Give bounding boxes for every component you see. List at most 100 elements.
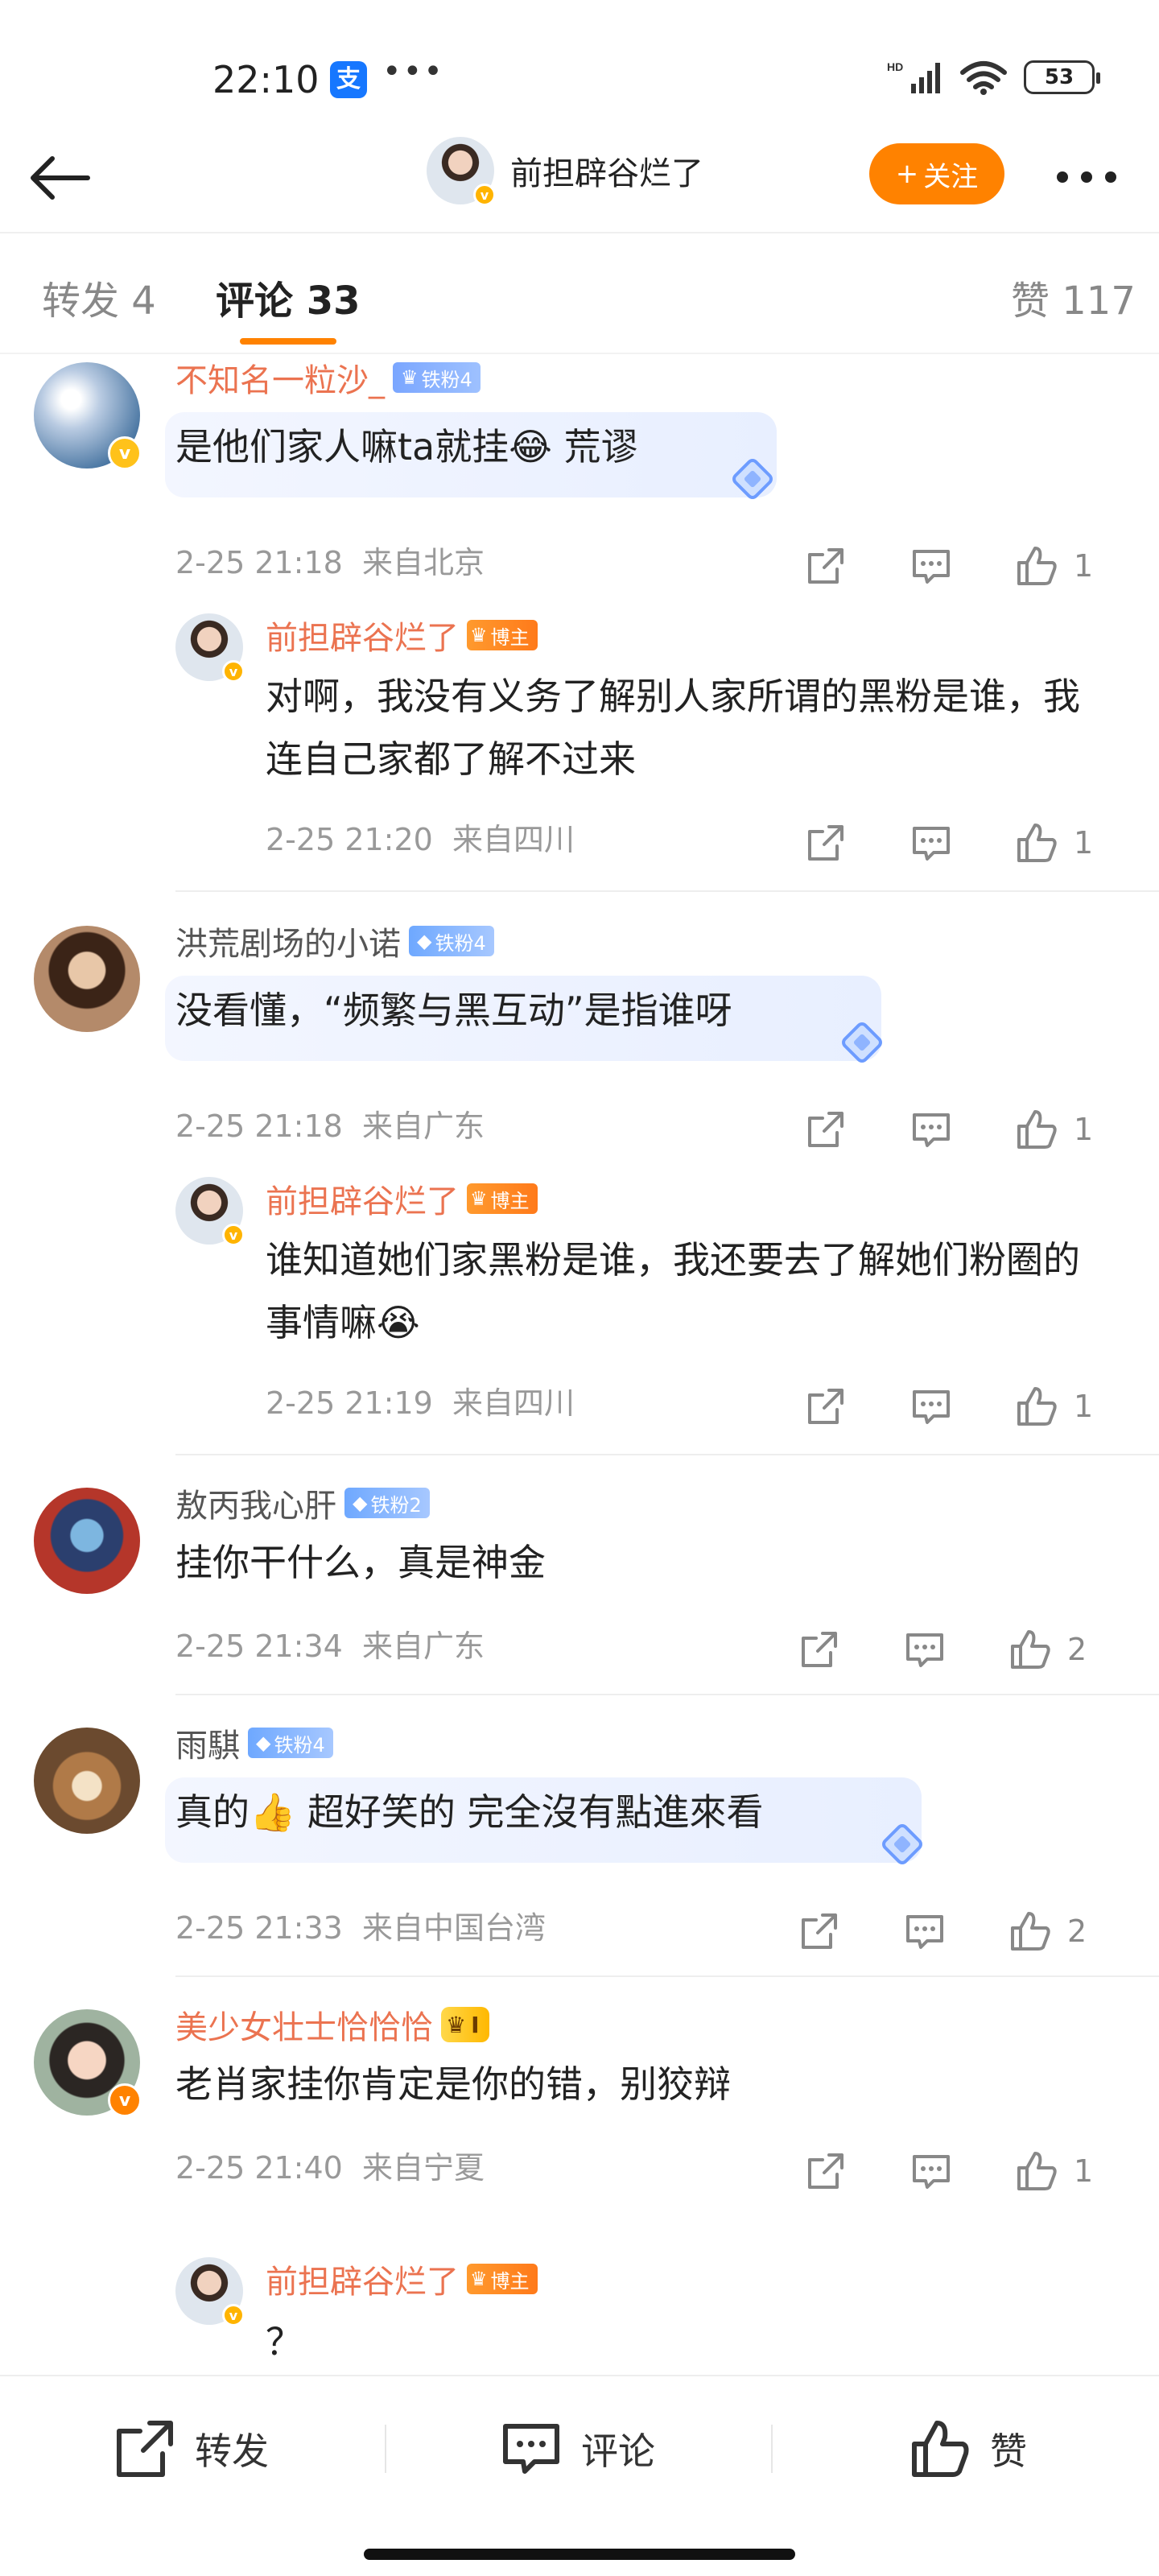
share-icon <box>802 1913 837 1949</box>
comment-icon <box>906 1633 943 1667</box>
more-options-button[interactable] <box>1046 145 1127 209</box>
comment-location: 来自广东 <box>362 1108 485 1144</box>
alipay-icon: 支 <box>330 61 367 98</box>
vip-badge: ♛ I <box>441 2007 489 2042</box>
reply-avatar[interactable]: v <box>175 2257 245 2326</box>
status-bar: 22:10 支 ••• HD 53 <box>0 0 1159 121</box>
share-button[interactable] <box>805 2143 847 2199</box>
comment-divider <box>175 890 1159 892</box>
reply-button[interactable] <box>903 1903 947 1959</box>
reply-time: 2-25 21:20 <box>266 822 433 857</box>
comment-time: 2-25 21:18 <box>175 545 343 580</box>
thumbs-up-icon <box>1017 824 1057 862</box>
post-author[interactable]: v 前担辟谷烂了 <box>427 137 703 206</box>
like-count: 2 <box>1067 1913 1087 1949</box>
reply-avatar[interactable]: v <box>175 1177 245 1246</box>
crown-icon: ♛ <box>470 2268 488 2290</box>
share-button[interactable] <box>805 1101 847 1158</box>
like-button[interactable]: 1 <box>1014 1101 1093 1158</box>
comment-time: 2-25 21:33 <box>175 1910 343 1946</box>
separator <box>385 2425 386 2473</box>
reply-author-name[interactable]: 前担辟谷烂了 <box>266 2256 459 2302</box>
reply-button[interactable] <box>909 538 953 594</box>
author-name: 前担辟谷烂了 <box>510 155 703 192</box>
share-icon <box>117 2421 173 2477</box>
comment-icon <box>913 550 950 584</box>
comment-time: 2-25 21:40 <box>175 2150 343 2186</box>
reply-text: 谁知道她们家黑粉是谁，我还要去了解她们粉圈的事情嘛😭 <box>266 1238 1080 1344</box>
thumbs-up-icon <box>912 2421 969 2477</box>
reply-button[interactable] <box>909 2143 953 2199</box>
like-button[interactable]: 2 <box>1008 1621 1087 1678</box>
commenter-name[interactable]: 雨騏 <box>175 1719 240 1766</box>
commenter-avatar[interactable]: v <box>34 362 142 470</box>
fan-level-badge: ◆ 铁粉4 <box>248 1728 333 1758</box>
tab-comments[interactable]: 评论 33 <box>216 269 361 325</box>
like-button[interactable]: 1 <box>1014 1378 1093 1435</box>
comment-text: 是他们家人嘛ta就挂😂 荒谬 <box>175 425 638 469</box>
comment-icon <box>913 2155 950 2189</box>
thumbs-up-icon <box>1017 547 1057 585</box>
diamond-icon: ◆ <box>417 930 432 952</box>
top-nav-bar: v 前担辟谷烂了 + 关注 <box>0 121 1159 233</box>
reply-button[interactable] <box>909 815 953 871</box>
reply-author-name[interactable]: 前担辟谷烂了 <box>266 1175 459 1222</box>
share-button[interactable] <box>805 1378 847 1435</box>
share-button[interactable] <box>798 1903 840 1959</box>
share-button[interactable] <box>798 1621 840 1678</box>
commenter-avatar[interactable] <box>34 926 140 1032</box>
tab-bar: 转发 4 评论 33 赞 117 <box>0 233 1159 354</box>
commenter-avatar[interactable] <box>34 1728 140 1834</box>
commenter-name[interactable]: 敖丙我心肝 <box>175 1480 336 1526</box>
like-button[interactable]: 1 <box>1014 2143 1093 2199</box>
follow-button[interactable]: + 关注 <box>869 143 1004 204</box>
comment-actions: 1 <box>805 538 1159 594</box>
comment-button[interactable]: 评论 <box>499 2409 655 2489</box>
reply-button[interactable] <box>903 1621 947 1678</box>
thumbs-up-icon <box>1017 1110 1057 1149</box>
like-button[interactable]: 1 <box>1014 538 1093 594</box>
fan-level-badge: ♛ 铁粉4 <box>393 362 481 393</box>
back-button[interactable] <box>24 142 97 214</box>
share-button[interactable] <box>805 815 847 871</box>
active-tab-indicator <box>240 338 336 345</box>
like-button[interactable]: 2 <box>1008 1903 1087 1959</box>
like-button[interactable]: 1 <box>1014 815 1093 871</box>
home-indicator[interactable] <box>364 2549 795 2560</box>
verified-icon: v <box>108 436 142 470</box>
commenter-name[interactable]: 美少女壮士恰恰恰 <box>175 2001 433 2048</box>
comment-icon <box>906 1915 943 1949</box>
crown-icon: ♛ <box>401 366 419 389</box>
battery-indicator: 53 <box>1024 60 1100 94</box>
commenter-name[interactable]: 不知名一粒沙_ <box>175 354 385 401</box>
repost-button[interactable]: 转发 <box>113 2409 269 2489</box>
fan-level-badge: ◆ 铁粉2 <box>344 1488 430 1518</box>
back-arrow-icon <box>31 156 90 200</box>
blogger-badge: ♛ 博主 <box>467 2264 538 2294</box>
reply-avatar[interactable]: v <box>175 613 245 683</box>
commenter-name[interactable]: 洪荒剧场的小诺 <box>175 918 401 964</box>
thumbs-up-icon <box>1017 2152 1057 2190</box>
share-button[interactable] <box>805 538 847 594</box>
reply-author-name[interactable]: 前担辟谷烂了 <box>266 612 459 658</box>
thumbs-up-icon <box>1017 1387 1057 1426</box>
separator <box>771 2425 773 2473</box>
commenter-avatar[interactable]: v <box>34 2009 142 2117</box>
fan-level-badge: ◆ 铁粉4 <box>409 926 494 956</box>
thumbs-up-icon <box>1011 1912 1050 1951</box>
reply-button[interactable] <box>909 1101 953 1158</box>
tab-reposts[interactable]: 转发 4 <box>42 269 156 325</box>
commenter-avatar[interactable] <box>34 1488 140 1594</box>
diamond-icon: ◆ <box>256 1732 271 1754</box>
repost-label: 转发 <box>195 2429 269 2473</box>
share-icon <box>808 1112 843 1147</box>
comment-text: 真的👍 超好笑的 完全沒有點進來看 <box>175 1790 764 1834</box>
comment-location: 来自中国台湾 <box>362 1910 547 1946</box>
like-post-button[interactable]: 赞 <box>908 2409 1027 2489</box>
author-avatar[interactable]: v <box>427 137 496 206</box>
blogger-badge: ♛ 博主 <box>467 620 538 650</box>
comment-label: 评论 <box>581 2429 655 2473</box>
diamond-decoration-icon <box>732 459 773 499</box>
tab-likes[interactable]: 赞 117 <box>1011 269 1136 325</box>
reply-button[interactable] <box>909 1378 953 1435</box>
